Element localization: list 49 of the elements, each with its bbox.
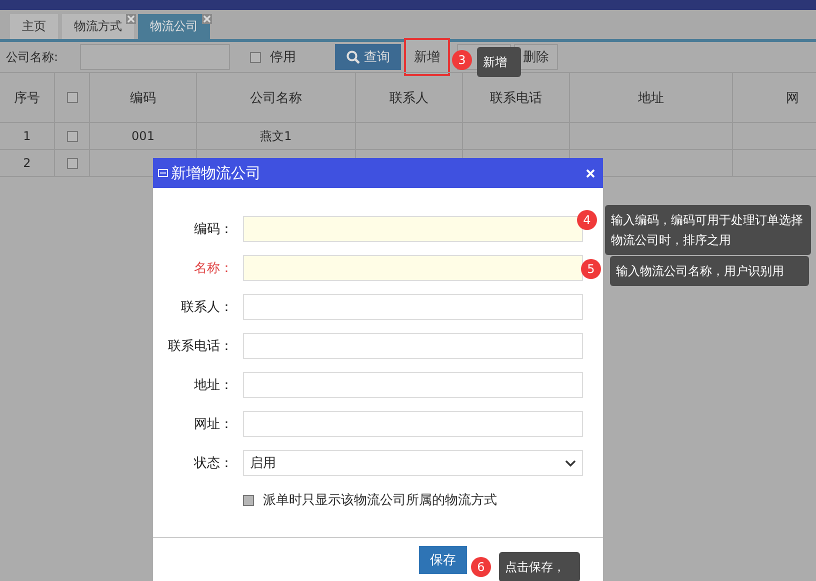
window-icon: [158, 169, 168, 177]
input-field[interactable]: [243, 216, 583, 242]
column-header: 公司名称: [250, 90, 302, 106]
toolbar-button[interactable]: 新增: [404, 38, 450, 76]
tooltip: 输入物流公司名称，用户识别用: [610, 256, 809, 286]
column-header: 网: [786, 90, 799, 106]
column-header: 联系人: [390, 90, 428, 106]
input-field[interactable]: [243, 372, 583, 398]
save-button[interactable]: 保存: [419, 546, 467, 574]
column-header: 序号: [14, 90, 40, 106]
status-select[interactable]: 启用: [243, 450, 583, 476]
close-icon[interactable]: [202, 14, 212, 24]
select-all-checkbox[interactable]: [66, 92, 78, 103]
input-field[interactable]: [243, 333, 583, 359]
search-button[interactable]: 查询: [335, 44, 401, 70]
field-label: 联系电话：: [167, 338, 233, 355]
disabled-label: 停用: [270, 49, 296, 66]
row-checkbox[interactable]: [66, 158, 78, 168]
tooltip: 点击保存，: [499, 552, 580, 581]
column-header: 编码: [130, 90, 156, 106]
input-field[interactable]: [243, 294, 583, 320]
input-field[interactable]: [243, 255, 583, 281]
field-label: 网址：: [193, 416, 233, 433]
checkbox-label: 派单时只显示该物流公司所属的物流方式: [263, 492, 497, 509]
table-cell: 燕文1: [260, 128, 292, 144]
column-header: 地址: [638, 90, 664, 106]
field-label: 名称：: [193, 260, 233, 277]
row-checkbox[interactable]: [66, 130, 78, 142]
field-label: 地址：: [193, 377, 233, 394]
chevron-icon: [565, 460, 576, 466]
input-field[interactable]: [243, 411, 583, 437]
table-cell: 001: [132, 129, 154, 143]
column-header: 联系电话: [490, 90, 542, 106]
field-label: 联系人：: [180, 299, 233, 316]
tab[interactable]: 物流方式: [62, 14, 134, 39]
close-icon[interactable]: [126, 14, 136, 24]
dialog-title: 新增物流公司: [171, 164, 261, 182]
checkbox[interactable]: [250, 52, 261, 62]
tab[interactable]: 主页: [10, 14, 58, 39]
field-label: 状态：: [192, 455, 233, 472]
tab[interactable]: 物流公司: [138, 14, 210, 39]
table-cell: 1: [23, 129, 31, 143]
company-name-label: 公司名称:: [6, 48, 60, 66]
tooltip: 新增: [477, 47, 521, 77]
checkbox[interactable]: [243, 494, 254, 506]
search-icon: [346, 50, 360, 64]
field-label: 编码：: [193, 221, 233, 238]
tooltip: 输入编码，编码可用于处理订单选择物流公司时，排序之用: [605, 205, 811, 255]
table-cell: 2: [23, 156, 31, 170]
